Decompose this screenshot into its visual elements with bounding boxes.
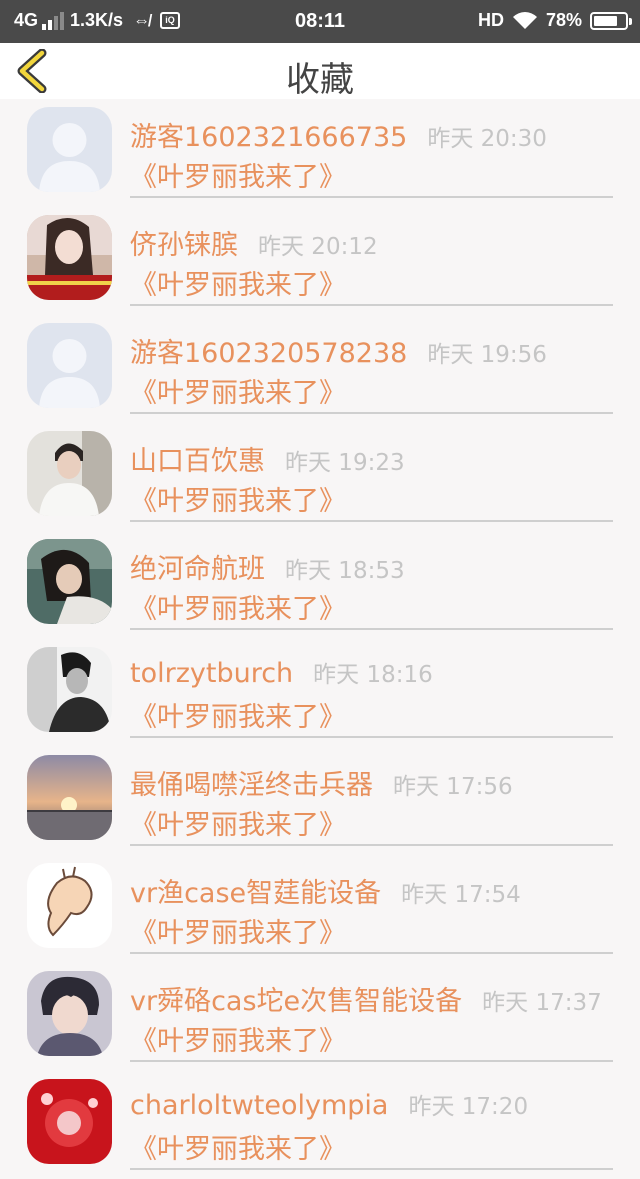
item-meta: 山口百饮惠 昨天 19:23 xyxy=(130,439,405,478)
page-title: 收藏 xyxy=(286,60,354,100)
list-item[interactable]: 游客1602321666735 昨天 20:30 《叶罗丽我来了》 xyxy=(0,99,640,207)
chevron-left-icon xyxy=(17,48,47,94)
item-meta: vr渔case智莛能设备 昨天 17:54 xyxy=(130,871,521,910)
timestamp: 昨天 17:54 xyxy=(401,882,521,908)
item-meta: charloltwteolympia 昨天 17:20 xyxy=(130,1087,528,1123)
avatar[interactable] xyxy=(27,647,112,732)
timestamp: 昨天 19:23 xyxy=(285,450,405,476)
list-item[interactable]: 山口百饮惠 昨天 19:23 《叶罗丽我来了》 xyxy=(0,423,640,531)
timestamp: 昨天 17:37 xyxy=(482,990,602,1016)
list-item[interactable]: 游客1602320578238 昨天 19:56 《叶罗丽我来了》 xyxy=(0,315,640,423)
nav-bar: 收藏 xyxy=(0,43,640,100)
status-bar: 4G 1.3K/s ⇎ iQ 08:11 HD 78% xyxy=(0,0,640,43)
avatar[interactable] xyxy=(27,971,112,1056)
timestamp: 昨天 17:56 xyxy=(393,774,513,800)
book-title[interactable]: 《叶罗丽我来了》 xyxy=(130,479,346,518)
divider xyxy=(130,952,613,954)
timestamp: 昨天 18:16 xyxy=(313,662,433,688)
avatar[interactable] xyxy=(27,431,112,516)
user-name[interactable]: tolrzytburch xyxy=(130,658,293,689)
divider xyxy=(130,520,613,522)
book-title[interactable]: 《叶罗丽我来了》 xyxy=(130,587,346,626)
avatar[interactable] xyxy=(27,323,112,408)
timestamp: 昨天 19:56 xyxy=(427,342,547,368)
book-title[interactable]: 《叶罗丽我来了》 xyxy=(130,803,346,842)
book-title[interactable]: 《叶罗丽我来了》 xyxy=(130,911,346,950)
timestamp: 昨天 17:20 xyxy=(408,1094,529,1120)
book-title[interactable]: 《叶罗丽我来了》 xyxy=(130,1127,346,1166)
battery-icon xyxy=(590,11,632,30)
user-name[interactable]: vr舜硌cas坨e次售智能设备 xyxy=(130,979,462,1018)
list-item[interactable]: 绝河命航班 昨天 18:53 《叶罗丽我来了》 xyxy=(0,531,640,639)
item-meta: 侪孙铼膑 昨天 20:12 xyxy=(130,223,378,262)
user-name[interactable]: 山口百饮惠 xyxy=(130,439,265,478)
item-meta: vr舜硌cas坨e次售智能设备 昨天 17:37 xyxy=(130,979,602,1018)
divider xyxy=(130,628,613,630)
item-meta: 最俑喝噤淫终击兵器 昨天 17:56 xyxy=(130,763,513,802)
list-item[interactable]: charloltwteolympia 昨天 17:20 《叶罗丽我来了》 xyxy=(0,1071,640,1179)
item-meta: 游客1602320578238 昨天 19:56 xyxy=(130,331,547,370)
list-item[interactable]: 侪孙铼膑 昨天 20:12 《叶罗丽我来了》 xyxy=(0,207,640,315)
book-title[interactable]: 《叶罗丽我来了》 xyxy=(130,1019,346,1058)
book-title[interactable]: 《叶罗丽我来了》 xyxy=(130,371,346,410)
divider xyxy=(130,1168,613,1170)
divider xyxy=(130,412,613,414)
list-item[interactable]: tolrzytburch 昨天 18:16 《叶罗丽我来了》 xyxy=(0,639,640,747)
divider xyxy=(130,1060,613,1062)
timestamp: 昨天 18:53 xyxy=(285,558,405,584)
book-title[interactable]: 《叶罗丽我来了》 xyxy=(130,155,346,194)
user-name[interactable]: vr渔case智莛能设备 xyxy=(130,871,381,910)
user-name[interactable]: 侪孙铼膑 xyxy=(130,223,238,262)
avatar[interactable] xyxy=(27,863,112,948)
battery-percent: 78% xyxy=(545,10,582,30)
status-right: HD 78% xyxy=(470,10,632,31)
user-name[interactable]: charloltwteolympia xyxy=(130,1090,388,1121)
item-meta: tolrzytburch 昨天 18:16 xyxy=(130,655,433,691)
timestamp: 昨天 20:12 xyxy=(258,234,378,260)
list-item[interactable]: vr舜硌cas坨e次售智能设备 昨天 17:37 《叶罗丽我来了》 xyxy=(0,963,640,1071)
divider xyxy=(130,844,613,846)
user-name[interactable]: 最俑喝噤淫终击兵器 xyxy=(130,763,373,802)
list-item[interactable]: vr渔case智莛能设备 昨天 17:54 《叶罗丽我来了》 xyxy=(0,855,640,963)
wifi-icon xyxy=(512,11,538,31)
back-button[interactable] xyxy=(12,48,56,94)
item-meta: 游客1602321666735 昨天 20:30 xyxy=(130,115,547,154)
avatar[interactable] xyxy=(27,755,112,840)
avatar[interactable] xyxy=(27,1079,112,1164)
divider xyxy=(130,196,613,198)
avatar[interactable] xyxy=(27,215,112,300)
list-item[interactable]: 最俑喝噤淫终击兵器 昨天 17:56 《叶罗丽我来了》 xyxy=(0,747,640,855)
user-name[interactable]: 绝河命航班 xyxy=(130,547,265,586)
user-name[interactable]: 游客1602321666735 xyxy=(130,115,407,154)
user-name[interactable]: 游客1602320578238 xyxy=(130,331,407,370)
avatar[interactable] xyxy=(27,539,112,624)
item-meta: 绝河命航班 昨天 18:53 xyxy=(130,547,405,586)
timestamp: 昨天 20:30 xyxy=(427,126,547,152)
book-title[interactable]: 《叶罗丽我来了》 xyxy=(130,263,346,302)
avatar[interactable] xyxy=(27,107,112,192)
divider xyxy=(130,736,613,738)
favorites-list: 游客1602321666735 昨天 20:30 《叶罗丽我来了》 侪孙铼膑 昨… xyxy=(0,99,640,1179)
divider xyxy=(130,304,613,306)
book-title[interactable]: 《叶罗丽我来了》 xyxy=(130,695,346,734)
hd-indicator: HD xyxy=(477,10,504,30)
